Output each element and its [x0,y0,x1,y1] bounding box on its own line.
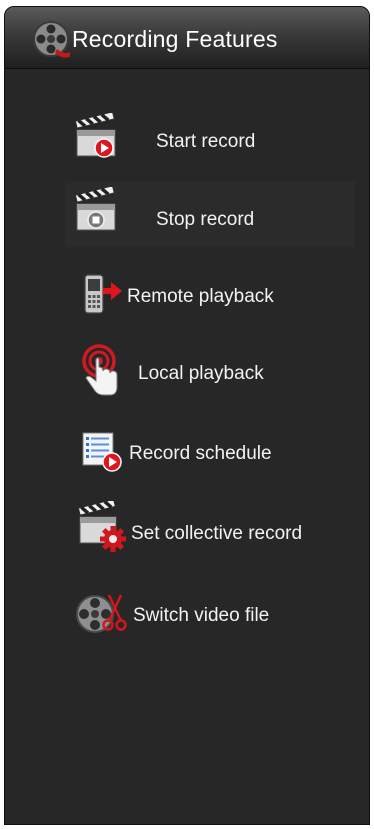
stop-record-button[interactable]: Stop record [65,181,355,247]
film-reel-icon [33,21,70,58]
clapperboard-record-icon [75,113,116,158]
record-schedule-label: Record schedule [129,443,272,464]
local-playback-label: Local playback [138,363,264,384]
film-reel-scissors-icon [76,594,127,633]
local-playback-button[interactable]: Local playback [65,339,355,405]
record-schedule-button[interactable]: Record schedule [65,419,355,485]
clapperboard-stop-icon [75,187,116,231]
set-collective-record-label: Set collective record [131,523,303,544]
start-record-label: Start record [156,131,256,152]
clapperboard-gear-icon [78,501,126,552]
remote-playback-button[interactable]: Remote playback [65,261,355,327]
set-collective-record-button[interactable]: Set collective record [65,499,355,565]
schedule-list-record-icon [82,432,122,472]
recording-features-panel: Recording Features Start record Stop rec… [4,6,370,825]
remote-device-playback-icon [84,274,122,314]
switch-video-file-button[interactable]: Switch video file [65,579,355,645]
start-record-button[interactable]: Start record [65,105,355,171]
switch-video-file-label: Switch video file [133,605,270,626]
stop-record-label: Stop record [156,209,255,230]
touch-hand-icon [82,344,118,396]
panel-header: Recording Features [5,7,369,69]
remote-playback-label: Remote playback [127,286,274,307]
panel-title: Recording Features [72,26,278,52]
